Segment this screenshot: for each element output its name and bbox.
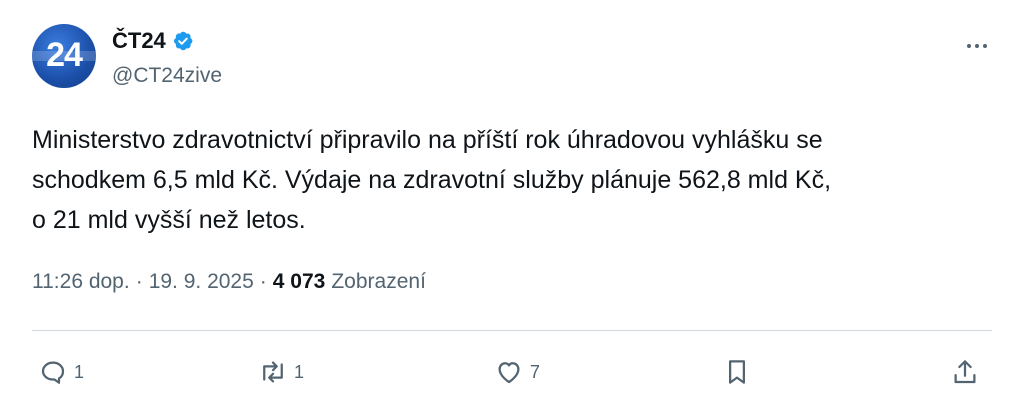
action-bar: 1 1 7 [32, 350, 992, 394]
meta-separator: · [259, 270, 267, 293]
share-button[interactable] [950, 350, 980, 394]
avatar[interactable]: 24 [32, 24, 96, 88]
heart-icon [498, 362, 520, 384]
retweet-icon [263, 361, 283, 383]
retweet-button[interactable]: 1 [258, 350, 304, 394]
tweet-date[interactable]: 19. 9. 2025 [149, 270, 254, 294]
more-dot [967, 44, 971, 48]
reply-count: 1 [74, 361, 85, 382]
author-name-row: ČT24 [112, 28, 194, 54]
user-handle[interactable]: @CT24zive [112, 64, 222, 88]
reply-icon [41, 361, 65, 384]
tweet-card: 24 ČT24 @CT24zive Ministerstvo zdravotni… [0, 0, 1020, 408]
avatar-logo-text: 24 [46, 36, 83, 74]
retweet-count: 1 [294, 361, 305, 382]
bookmark-button[interactable] [722, 350, 752, 394]
share-icon [954, 360, 976, 384]
bookmark-icon [729, 360, 745, 384]
more-options-icon[interactable] [962, 36, 992, 56]
like-button[interactable]: 7 [494, 350, 540, 394]
more-dot [975, 44, 979, 48]
views-label[interactable]: Zobrazení [331, 270, 426, 294]
display-name[interactable]: ČT24 [112, 28, 166, 54]
reply-button[interactable]: 1 [38, 350, 84, 394]
tweet-text: Ministerstvo zdravotnictví připravilo na… [32, 126, 832, 234]
meta-separator: · [135, 270, 143, 293]
views-count[interactable]: 4 073 [273, 270, 326, 294]
tweet-time[interactable]: 11:26 dop. [32, 270, 130, 294]
more-dot [983, 44, 987, 48]
tweet-meta: 11:26 dop. · 19. 9. 2025 · 4 073 Zobraze… [32, 270, 426, 294]
like-count: 7 [530, 361, 541, 382]
divider [32, 330, 992, 331]
verified-badge-icon[interactable] [172, 30, 194, 52]
